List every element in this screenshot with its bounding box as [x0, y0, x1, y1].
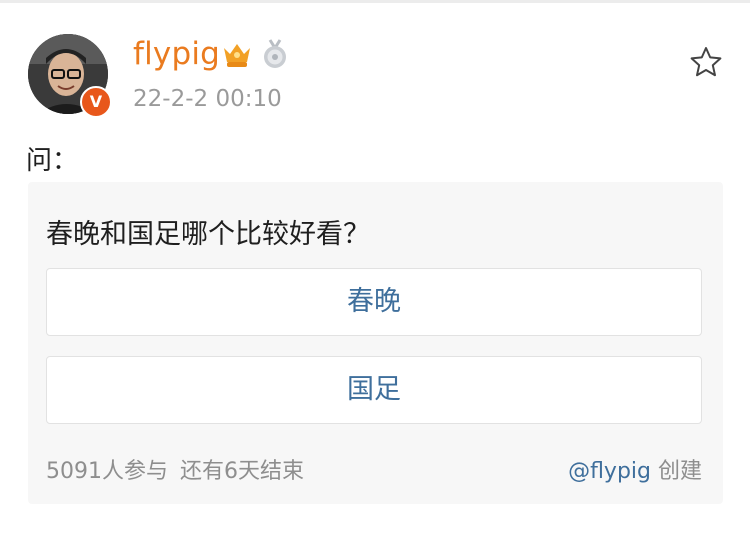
creator-link[interactable]: @flypig [568, 459, 651, 484]
poll-option-1[interactable]: 春晚 [46, 268, 702, 336]
star-icon[interactable] [689, 45, 723, 79]
poll-stats: 5091人参与 还有6天结束 [46, 453, 304, 485]
medal-badge-icon[interactable] [261, 38, 289, 70]
created-label: 创建 [657, 459, 702, 484]
poll-ends-in: 还有6天结束 [180, 459, 304, 484]
top-divider [0, 0, 750, 3]
poll-participants: 5091人参与 [46, 459, 168, 484]
crown-badge-icon[interactable] [221, 40, 253, 70]
username[interactable]: flypig [133, 36, 220, 72]
poll-option-2[interactable]: 国足 [46, 356, 702, 424]
post-text: 问： [26, 146, 79, 176]
post-timestamp: 22-2-2 00:10 [133, 86, 282, 112]
poll-creator: @flypig 创建 [568, 453, 702, 485]
verified-badge-icon: V [80, 86, 112, 118]
poll-question: 春晚和国足哪个比较好看？ [46, 219, 370, 250]
